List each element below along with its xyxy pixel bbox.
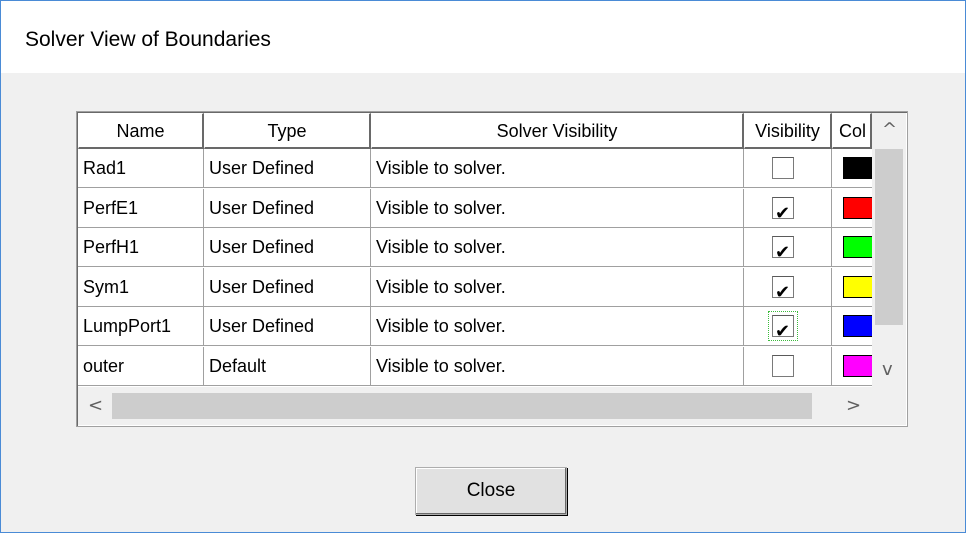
scroll-left-icon[interactable]: < <box>88 395 103 416</box>
cell-color <box>832 267 872 307</box>
cell-solver-visibility[interactable]: Visible to solver. <box>371 307 744 346</box>
color-swatch[interactable] <box>843 275 872 298</box>
cell-solver-visibility[interactable]: Visible to solver. <box>371 346 744 386</box>
cell-type[interactable]: User Defined <box>204 149 371 188</box>
cell-visibility <box>744 228 832 267</box>
scroll-down-icon[interactable]: v <box>882 359 893 380</box>
cell-color <box>832 346 872 386</box>
cell-solver-visibility[interactable]: Visible to solver. <box>371 149 744 188</box>
cell-color <box>832 188 872 228</box>
color-swatch[interactable] <box>843 157 872 179</box>
scroll-right-icon[interactable]: > <box>846 395 861 416</box>
cell-color <box>832 307 872 346</box>
column-header-color[interactable]: Col <box>832 113 872 149</box>
scroll-up-icon[interactable]: ^ <box>882 119 897 140</box>
cell-name[interactable]: Rad1 <box>78 149 204 188</box>
cell-visibility <box>744 307 832 346</box>
cell-solver-visibility[interactable]: Visible to solver. <box>371 228 744 267</box>
visibility-checkbox[interactable] <box>772 195 794 227</box>
cell-name[interactable]: PerfH1 <box>78 228 204 267</box>
cell-type[interactable]: User Defined <box>204 188 371 228</box>
cell-type[interactable]: User Defined <box>204 267 371 307</box>
close-button[interactable]: Close <box>415 467 567 515</box>
cell-type[interactable]: User Defined <box>204 307 371 346</box>
column-header-name[interactable]: Name <box>78 113 204 149</box>
vertical-scroll-thumb[interactable] <box>875 149 903 325</box>
cell-type[interactable]: Default <box>204 346 371 386</box>
horizontal-scrollbar[interactable]: < > <box>78 387 872 425</box>
cell-name[interactable]: Sym1 <box>78 267 204 307</box>
cell-type[interactable]: User Defined <box>204 228 371 267</box>
boundaries-grid: Name Type Solver Visibility Visibility C… <box>76 111 908 427</box>
column-header-type[interactable]: Type <box>204 113 371 149</box>
horizontal-scroll-thumb[interactable] <box>112 393 812 419</box>
cell-visibility <box>744 267 832 307</box>
scrollbar-corner <box>872 387 906 425</box>
color-swatch[interactable] <box>843 354 872 377</box>
dialog-window: Solver View of Boundaries Name Type Solv… <box>0 0 966 533</box>
visibility-checkbox[interactable] <box>772 354 794 377</box>
visibility-checkbox[interactable] <box>772 274 794 306</box>
cell-name[interactable]: outer <box>78 346 204 386</box>
visibility-checkbox[interactable] <box>772 234 794 266</box>
cell-name[interactable]: LumpPort1 <box>78 307 204 346</box>
vertical-scrollbar[interactable]: ^ v <box>872 113 906 387</box>
cell-color <box>832 228 872 267</box>
color-swatch[interactable] <box>843 236 872 258</box>
cell-visibility <box>744 346 832 386</box>
cell-visibility <box>744 188 832 228</box>
color-swatch[interactable] <box>843 196 872 219</box>
cell-solver-visibility[interactable]: Visible to solver. <box>371 188 744 228</box>
title-bar: Solver View of Boundaries <box>1 1 965 73</box>
window-title: Solver View of Boundaries <box>25 28 271 51</box>
column-header-visibility[interactable]: Visibility <box>744 113 832 149</box>
cell-color <box>832 149 872 188</box>
cell-visibility <box>744 149 832 188</box>
visibility-checkbox[interactable] <box>768 311 798 345</box>
visibility-checkbox[interactable] <box>772 157 794 179</box>
color-swatch[interactable] <box>843 315 872 337</box>
column-header-solver-visibility[interactable]: Solver Visibility <box>371 113 744 149</box>
cell-solver-visibility[interactable]: Visible to solver. <box>371 267 744 307</box>
cell-name[interactable]: PerfE1 <box>78 188 204 228</box>
